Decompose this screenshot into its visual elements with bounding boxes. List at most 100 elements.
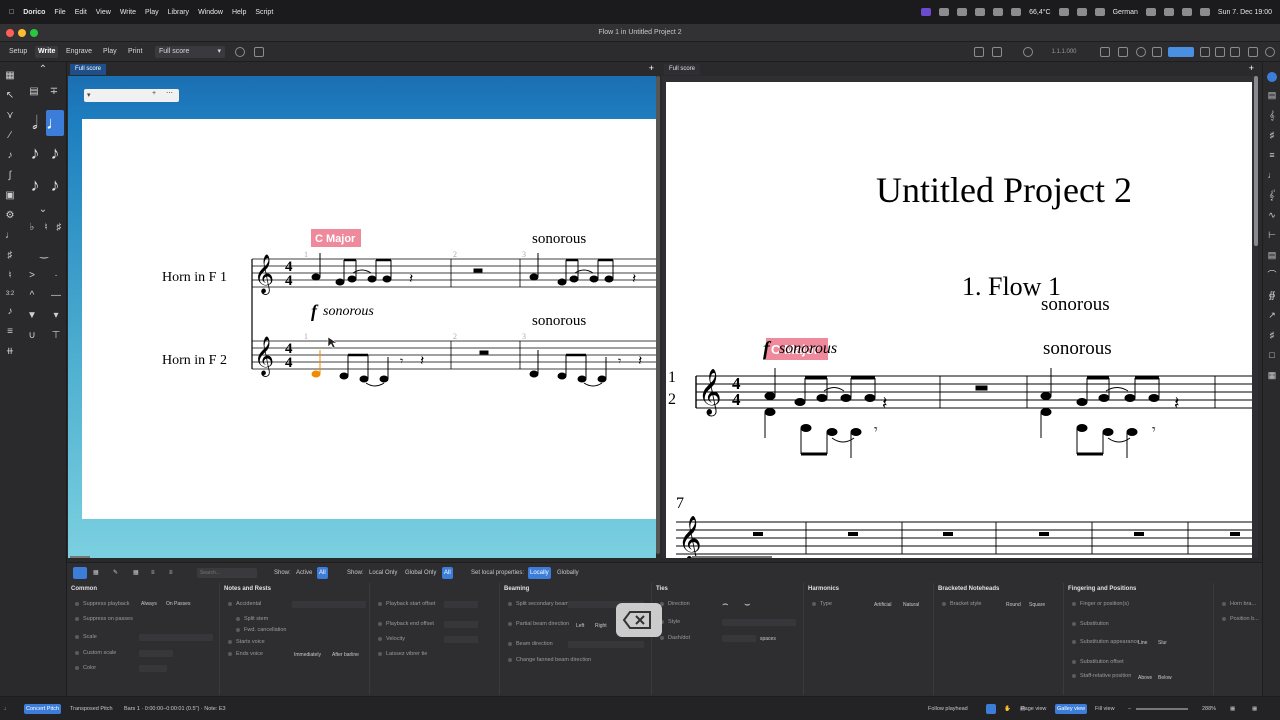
show-local-only[interactable]: Local Only [369, 567, 397, 579]
search-icon[interactable] [1181, 8, 1192, 16]
help-icon[interactable] [1265, 47, 1275, 57]
speaker-icon[interactable] [1200, 47, 1210, 57]
galley-view-button[interactable]: Galley view [1055, 704, 1088, 714]
prop-row[interactable]: Starts voice [228, 639, 265, 645]
prop-button[interactable]: Round [1006, 602, 1021, 608]
palette-icon[interactable] [1267, 72, 1277, 82]
flat-icon[interactable]: ♭ [26, 222, 38, 234]
prop-row[interactable]: Substitution offset [1072, 659, 1124, 665]
prop-row[interactable]: Direction [660, 601, 690, 607]
sliders-icon[interactable] [992, 47, 1002, 57]
panel-toggle-icon[interactable]: ▦ [4, 70, 16, 82]
comments-icon[interactable]: □ [1267, 350, 1277, 360]
notehead[interactable] [367, 275, 377, 283]
notehead[interactable] [1148, 394, 1160, 402]
tuplet-icon[interactable]: ∫ [4, 170, 16, 182]
whole-rest[interactable] [1039, 532, 1049, 536]
tie-under-icon[interactable]: ⌣ [744, 599, 751, 610]
prop-row[interactable]: Custom scale [75, 650, 116, 656]
notehead[interactable] [529, 273, 539, 281]
menu-window[interactable]: Window [198, 9, 223, 16]
prop-row[interactable]: Playback start offset [378, 601, 435, 607]
prop-button[interactable]: Natural [903, 602, 919, 608]
notehead[interactable] [577, 375, 587, 383]
natural-icon[interactable]: ♮ [40, 222, 52, 234]
lyrics-icon[interactable]: ♯ [1267, 330, 1277, 340]
rest[interactable]: 𝄾 [400, 354, 403, 368]
dynamics-icon[interactable]: 𝄟 [1267, 190, 1277, 200]
app-menu[interactable]: Dorico [23, 9, 45, 16]
notehead[interactable] [826, 428, 838, 436]
dynamic-marking[interactable]: f [311, 301, 319, 321]
clock[interactable]: Sun 7. Dec 19:00 [1218, 9, 1272, 16]
notehead[interactable] [589, 275, 599, 283]
piano-icon[interactable]: ▦ [93, 567, 105, 579]
right-layout-tab[interactable]: Full score [664, 64, 701, 75]
prop-row[interactable]: Staff-relative position [1072, 673, 1131, 679]
notehead[interactable] [557, 278, 567, 286]
view-option-icon[interactable] [986, 704, 996, 714]
collapse-icon[interactable]: ≡ [169, 567, 181, 579]
prop-button[interactable]: Line [1138, 640, 1147, 646]
whole-rest[interactable] [1134, 532, 1144, 536]
prop-row[interactable]: Color [75, 665, 96, 671]
vertical-scrollbar[interactable] [656, 76, 660, 554]
set-globally[interactable]: Globally [557, 567, 579, 579]
tool-icon[interactable]: ♩ [4, 230, 16, 242]
notehead[interactable] [850, 428, 862, 436]
tie-over-icon[interactable]: ⌢ [722, 599, 729, 610]
record-icon[interactable] [1136, 47, 1146, 57]
concert-pitch-toggle[interactable]: Concert Pitch [24, 704, 62, 714]
close-window-icon[interactable] [6, 29, 14, 37]
prop-row[interactable]: Position b... [1222, 616, 1259, 622]
prop-button[interactable]: After barline [332, 652, 359, 658]
panel-toggle-icon[interactable]: ▤ [1267, 90, 1277, 100]
notehead[interactable] [359, 375, 369, 383]
plus-icon[interactable]: + [1249, 63, 1254, 73]
notehead[interactable] [1076, 424, 1088, 432]
notehead[interactable] [1126, 428, 1138, 436]
half-note-button[interactable]: 𝅗𝅥 [26, 110, 44, 136]
accent-icon[interactable]: > [26, 270, 38, 282]
dynamic-modifier[interactable]: sonorous [779, 340, 837, 357]
zoom-level[interactable]: 288% [1202, 704, 1216, 714]
whole-rest[interactable] [943, 532, 953, 536]
prop-row[interactable]: Ends voice [228, 651, 263, 657]
notehead[interactable] [1102, 428, 1114, 436]
prop-row[interactable]: Horn bra... [1222, 601, 1256, 607]
menu-help[interactable]: Help [232, 9, 246, 16]
unstress-icon[interactable]: ∪ [26, 330, 38, 342]
properties-search-input[interactable] [197, 568, 257, 578]
repeat-icon[interactable]: ⊢ [1267, 230, 1277, 240]
time-signature-icon[interactable]: ≡ [1267, 150, 1277, 160]
staff-label[interactable]: Horn in F 2 [162, 353, 227, 368]
tool-icon[interactable]: ⧺ [4, 346, 16, 358]
wifi-icon[interactable] [1163, 8, 1174, 16]
prop-row[interactable]: Bracket style [942, 601, 981, 607]
notehead[interactable] [840, 394, 852, 402]
apple-menu-icon[interactable]:  [9, 9, 14, 16]
notehead[interactable] [569, 275, 579, 283]
hand-icon[interactable]: ✋ [1004, 704, 1011, 714]
tempo-icon[interactable]: ♩ [1267, 170, 1277, 180]
vertical-scrollbar[interactable] [1254, 76, 1258, 246]
chord-icon[interactable]: ∓ [48, 86, 60, 98]
filter-box[interactable]: ▾ + ⋯ [84, 89, 179, 102]
expression-text[interactable]: sonorous [532, 231, 586, 247]
mixer-icon[interactable] [974, 47, 984, 57]
sixteenth-note-button[interactable]: ♪ [46, 140, 64, 166]
temperature-readout[interactable]: 66,4°C [1029, 9, 1050, 16]
chevron-down-icon[interactable]: ⌄ [37, 204, 49, 216]
notehead[interactable] [604, 275, 614, 283]
panel-toggle-icon[interactable]: ▦ [1252, 704, 1257, 714]
offset-field[interactable] [444, 601, 478, 608]
notehead[interactable] [764, 408, 776, 416]
tool-icon[interactable]: ⚙ [4, 210, 16, 222]
zoom-window-icon[interactable] [30, 29, 38, 37]
prop-row[interactable]: Finger or position(s) [1072, 601, 1129, 607]
fill-view-button[interactable]: Fill view [1095, 704, 1115, 714]
key-signature-icon[interactable]: ♯ [1267, 130, 1277, 140]
accidental-field[interactable] [292, 601, 366, 608]
show-active[interactable]: Active [296, 567, 312, 579]
prop-button[interactable]: On Passes [166, 601, 190, 607]
